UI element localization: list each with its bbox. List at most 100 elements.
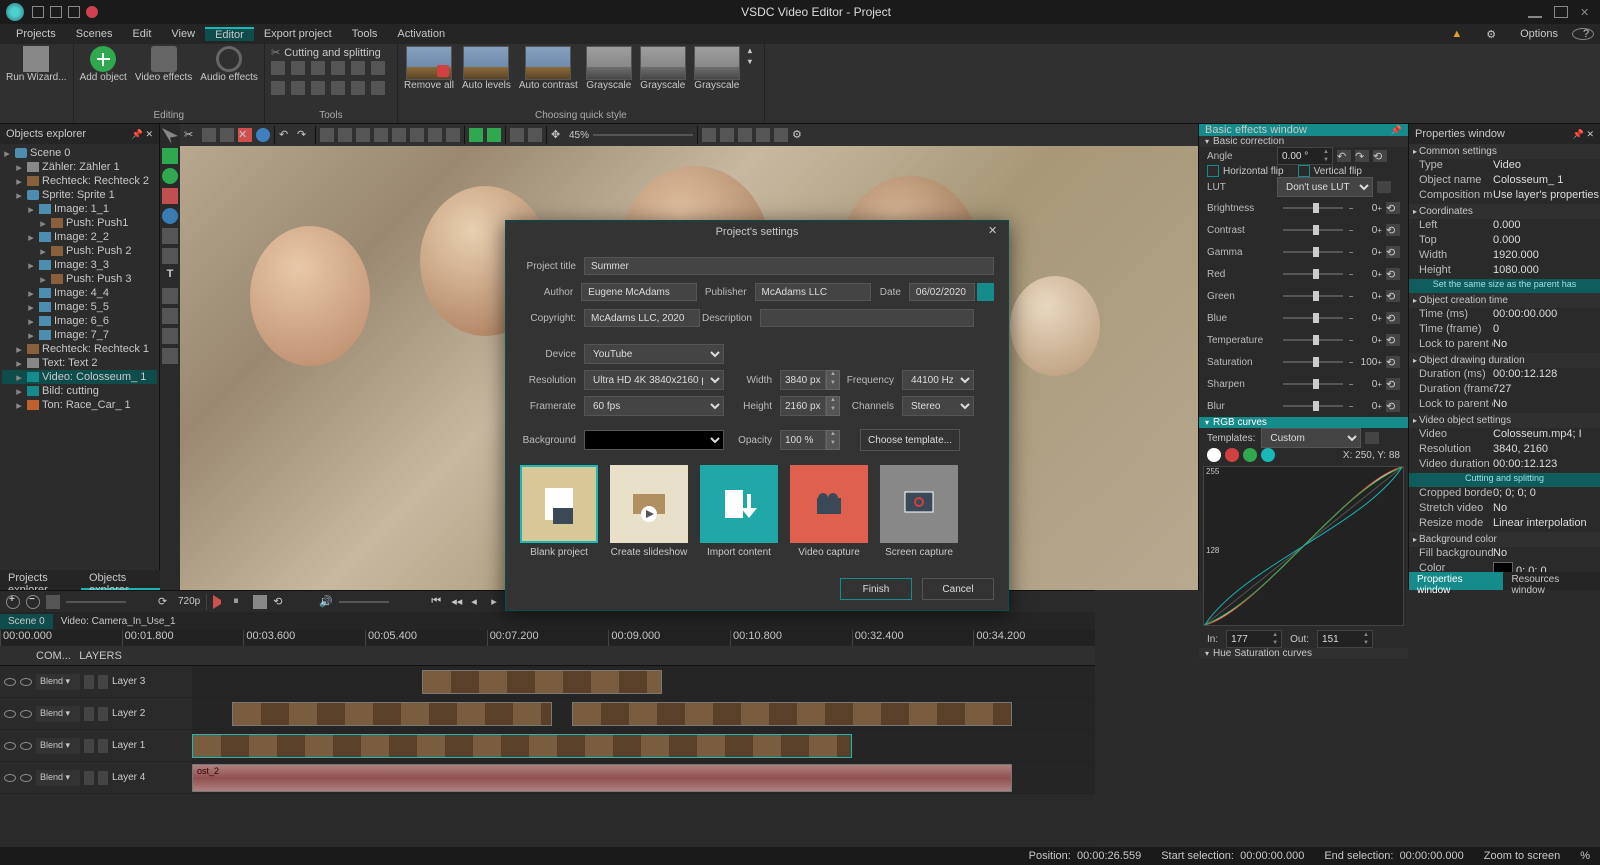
vt-icon[interactable]: [338, 128, 352, 142]
prop-row[interactable]: Duration (ms)00:00:12.128: [1409, 368, 1600, 383]
transport-icon[interactable]: [46, 595, 60, 609]
vflip-checkbox[interactable]: [1298, 165, 1310, 177]
vt-icon[interactable]: [487, 128, 501, 142]
prop-section-header[interactable]: Common settings: [1409, 144, 1600, 159]
play-button[interactable]: [213, 595, 227, 609]
tree-node[interactable]: ▸Image: 6_6: [2, 314, 157, 328]
timeline-layer[interactable]: Blend ▾Layer 3: [0, 666, 1095, 698]
prop-row[interactable]: Duration (frames727: [1409, 383, 1600, 398]
vt-icon[interactable]: [202, 128, 216, 142]
curve-green-swatch[interactable]: [1243, 448, 1257, 462]
vt-icon[interactable]: [702, 128, 716, 142]
tree-node[interactable]: ▸Ton: Race_Car_ 1: [2, 398, 157, 412]
effect-slider[interactable]: [1283, 251, 1343, 253]
tool-icon[interactable]: [271, 81, 285, 95]
vt-icon[interactable]: [428, 128, 442, 142]
calendar-icon[interactable]: [977, 283, 994, 301]
tree-node[interactable]: ▸Rechteck: Rechteck 2: [2, 174, 157, 188]
tool-icon[interactable]: [311, 61, 325, 75]
basic-correction-header[interactable]: Basic correction: [1199, 136, 1408, 147]
image-tool-icon[interactable]: [162, 228, 178, 244]
undo-icon[interactable]: ↶: [279, 128, 293, 142]
visibility-icon[interactable]: [4, 774, 16, 782]
prop-row[interactable]: TypeVideo: [1409, 159, 1600, 174]
tree-node[interactable]: ▸Zähler: Zähler 1: [2, 160, 157, 174]
layer-track[interactable]: [192, 698, 1095, 729]
pin-icon[interactable]: 📌: [1391, 125, 1402, 136]
reset-icon[interactable]: ⟲: [1386, 378, 1400, 390]
effect-slider[interactable]: [1283, 295, 1343, 297]
lut-select[interactable]: Don't use LUT: [1277, 177, 1373, 197]
layer-track[interactable]: ost_2: [192, 762, 1095, 793]
tree-node[interactable]: ▸Video: Colosseum_ 1: [2, 370, 157, 384]
prop-section-header[interactable]: Video object settings: [1409, 413, 1600, 428]
pin-icon[interactable]: 📌 ✕: [132, 129, 153, 140]
effect-slider[interactable]: [1283, 317, 1343, 319]
reset-icon[interactable]: ⟲: [1386, 202, 1400, 214]
scene-0-tab[interactable]: Scene 0: [0, 614, 53, 629]
angle-input[interactable]: ▲▼: [1277, 147, 1333, 165]
prop-row[interactable]: Resolution3840, 2160: [1409, 443, 1600, 458]
prop-row[interactable]: Lock to parent duNo: [1409, 338, 1600, 353]
style-auto-contrast[interactable]: Auto contrast: [519, 46, 578, 91]
transport-slider[interactable]: [66, 601, 126, 603]
object-tree[interactable]: ▸Scene 0▸Zähler: Zähler 1▸Rechteck: Rech…: [0, 144, 159, 590]
reset-icon[interactable]: ⟲: [1386, 290, 1400, 302]
maximize-button[interactable]: [1554, 6, 1568, 18]
card-blank-project[interactable]: Blank project: [520, 465, 598, 558]
tree-node[interactable]: ▸Push: Push 2: [2, 244, 157, 258]
curve-blue-swatch[interactable]: [1261, 448, 1275, 462]
effect-slider[interactable]: [1283, 361, 1343, 363]
layer-icon[interactable]: [84, 675, 94, 689]
warning-icon[interactable]: ▲: [1441, 28, 1472, 40]
tree-node[interactable]: ▸Bild: cutting: [2, 384, 157, 398]
time-ruler[interactable]: 00:00.00000:01.80000:03.60000:05.40000:0…: [0, 630, 1095, 646]
lock-icon[interactable]: [20, 710, 32, 718]
text-tool-icon[interactable]: T: [162, 268, 178, 284]
prev-frame-icon[interactable]: ◂◂: [451, 595, 465, 609]
style-auto-levels[interactable]: Auto levels: [462, 46, 511, 91]
move-icon[interactable]: ✥: [551, 128, 565, 142]
hue-sat-header[interactable]: Hue Saturation curves: [1199, 648, 1408, 659]
tool-icon[interactable]: [371, 61, 385, 75]
record-icon[interactable]: [86, 6, 98, 18]
menu-scenes[interactable]: Scenes: [66, 28, 123, 40]
res-refresh-icon[interactable]: ⟳: [158, 595, 172, 609]
width-input[interactable]: ▲▼: [780, 370, 840, 390]
style-grayscale-2[interactable]: Grayscale: [640, 46, 686, 91]
curve-in-input[interactable]: ▲▼: [1226, 630, 1282, 648]
tool-icon[interactable]: [371, 81, 385, 95]
prop-row[interactable]: Time (ms)00:00:00.000: [1409, 308, 1600, 323]
tab-resources[interactable]: Resources window: [1503, 572, 1600, 590]
reset-icon[interactable]: ⟲: [1386, 224, 1400, 236]
device-select[interactable]: YouTube: [584, 344, 724, 364]
curve-red-swatch[interactable]: [1225, 448, 1239, 462]
layer-track[interactable]: [192, 666, 1095, 697]
visibility-icon[interactable]: [4, 678, 16, 686]
minimize-button[interactable]: [1528, 6, 1542, 18]
timeline-layer[interactable]: Blend ▾Layer 4ost_2: [0, 762, 1095, 794]
vt-icon[interactable]: [220, 128, 234, 142]
blend-mode-select[interactable]: Blend ▾: [36, 674, 80, 690]
prop-row[interactable]: Top0.000: [1409, 234, 1600, 249]
tool-icon[interactable]: [351, 81, 365, 95]
prop-row[interactable]: Composition modeUse layer's properties: [1409, 189, 1600, 204]
effect-slider[interactable]: [1283, 229, 1343, 231]
vt-icon[interactable]: [392, 128, 406, 142]
prop-row[interactable]: Cropped borders0; 0; 0; 0: [1409, 487, 1600, 502]
publisher-input[interactable]: [755, 283, 871, 301]
cut-split-button[interactable]: ✂Cutting and splitting: [271, 46, 391, 59]
add-marker-icon[interactable]: +: [6, 595, 20, 609]
prop-row[interactable]: Resize modeLinear interpolation: [1409, 517, 1600, 532]
style-up-icon[interactable]: ▴: [748, 46, 758, 55]
finish-button[interactable]: Finish: [840, 578, 912, 600]
cancel-button[interactable]: Cancel: [922, 578, 994, 600]
vt-icon[interactable]: [469, 128, 483, 142]
volume-slider[interactable]: [339, 601, 389, 603]
layer-icon[interactable]: [98, 771, 108, 785]
prop-section-header[interactable]: Object creation time: [1409, 293, 1600, 308]
reset-icon[interactable]: ⟲: [1386, 246, 1400, 258]
tool-icon[interactable]: [162, 348, 178, 364]
tree-node[interactable]: ▸Rechteck: Rechteck 1: [2, 342, 157, 356]
author-input[interactable]: [581, 283, 697, 301]
